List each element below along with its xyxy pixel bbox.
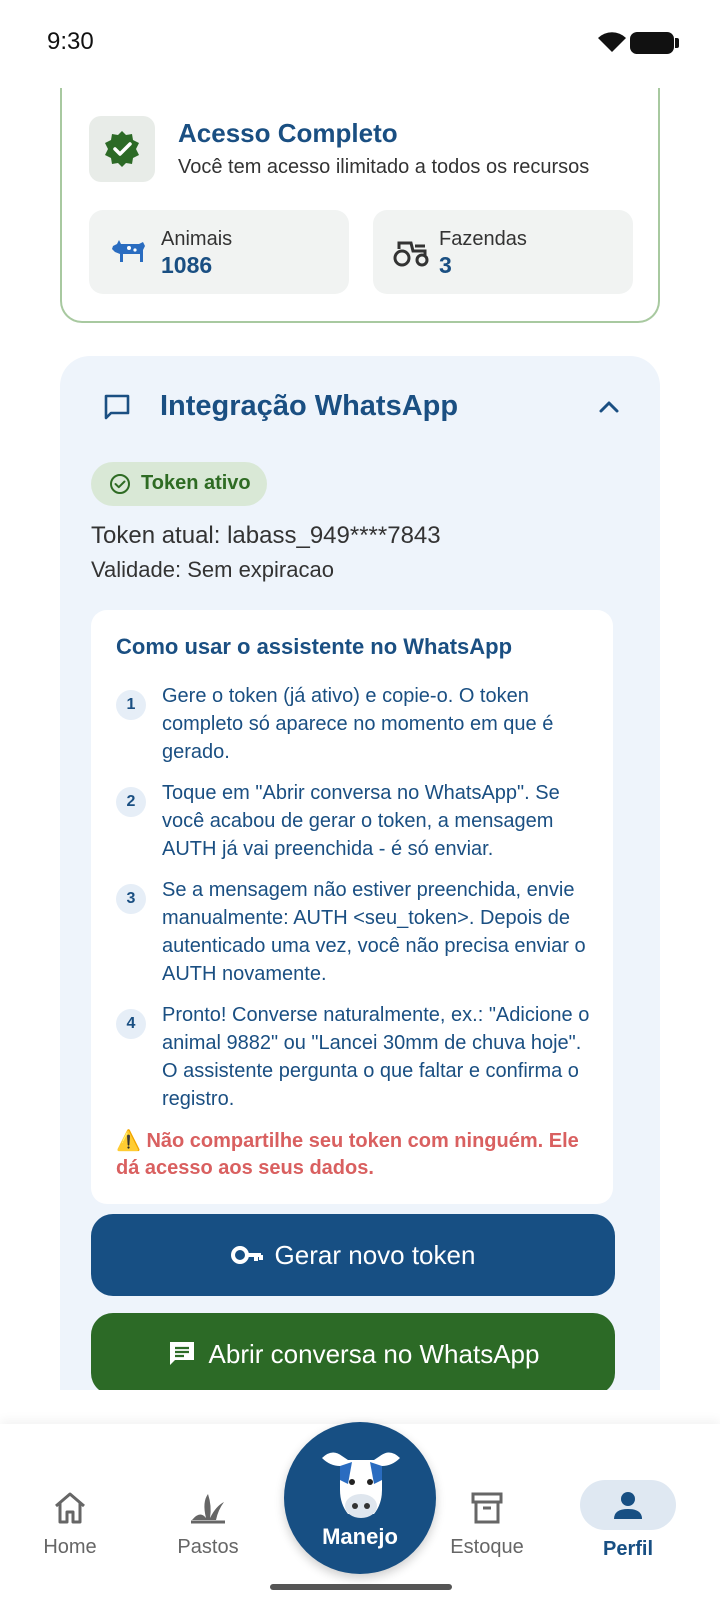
- step-text: Pronto! Converse naturalmente, ex.: "Adi…: [162, 1004, 590, 1110]
- howto-card: Como usar o assistente no WhatsApp 1 Ger…: [91, 610, 613, 1204]
- nav-estoque[interactable]: Estoque: [427, 1488, 547, 1559]
- manejo-label: Manejo: [322, 1524, 398, 1549]
- token-current: Token atual: labass_949****7843: [91, 522, 441, 549]
- grass-icon: [191, 1494, 225, 1524]
- cow-icon: [112, 240, 145, 262]
- nav-label: Estoque: [450, 1536, 524, 1558]
- home-icon: [55, 1492, 85, 1524]
- access-card: Acesso Completo Você tem acesso ilimitad…: [60, 70, 660, 323]
- step-number: 4: [116, 1009, 146, 1039]
- check-circle-icon: [110, 474, 130, 494]
- generate-token-button[interactable]: Gerar novo token: [91, 1214, 615, 1296]
- button-label: Gerar novo token: [274, 1239, 476, 1270]
- key-icon: [230, 1246, 263, 1264]
- status-bar: 9:30: [0, 0, 720, 88]
- step-number: 1: [116, 690, 146, 720]
- whatsapp-title[interactable]: Integração WhatsApp: [160, 390, 458, 423]
- cow-logo-icon: [322, 1452, 400, 1518]
- stat-animais[interactable]: Animais 1086: [89, 210, 349, 294]
- button-label: Abrir conversa no WhatsApp: [208, 1338, 540, 1369]
- status-time: 9:30: [47, 28, 94, 55]
- step-text: Gere o token (já ativo) e copie-o. O tok…: [162, 685, 554, 763]
- message-icon: [169, 1342, 194, 1365]
- battery-icon: [630, 32, 679, 54]
- chip-label: Token ativo: [141, 472, 251, 494]
- howto-title: Como usar o assistente no WhatsApp: [116, 634, 513, 659]
- access-title: Acesso Completo: [178, 118, 398, 148]
- archive-icon: [471, 1492, 503, 1524]
- person-icon: [614, 1492, 642, 1519]
- nav-label: Pastos: [177, 1536, 239, 1558]
- home-indicator: [270, 1584, 452, 1590]
- chat-bubble-icon: [104, 394, 130, 420]
- nav-home[interactable]: Home: [10, 1488, 130, 1559]
- whatsapp-integration-panel: Integração WhatsApp Token ativo Token at…: [60, 356, 660, 1456]
- access-subtitle: Você tem acesso ilimitado a todos os rec…: [178, 156, 590, 178]
- step-number: 2: [116, 787, 146, 817]
- chevron-up-icon[interactable]: [596, 394, 622, 420]
- stat-value: 1086: [161, 252, 213, 278]
- nav-pastos[interactable]: Pastos: [148, 1488, 268, 1559]
- stat-label: Fazendas: [439, 228, 527, 250]
- nav-perfil[interactable]: Perfil: [568, 1480, 688, 1561]
- stat-fazendas[interactable]: Fazendas 3: [373, 210, 633, 294]
- security-warning: ⚠️ Não compartilhe seu token com ninguém…: [116, 1130, 579, 1179]
- stat-label: Animais: [161, 228, 233, 250]
- token-status-chip: Token ativo: [91, 462, 267, 506]
- verified-icon: [89, 116, 155, 182]
- stat-value: 3: [439, 252, 452, 278]
- nav-label: Perfil: [602, 1538, 654, 1560]
- open-whatsapp-button[interactable]: Abrir conversa no WhatsApp: [91, 1313, 615, 1395]
- step-number: 3: [116, 884, 146, 914]
- step-text: Toque em "Abrir conversa no WhatsApp". S…: [162, 782, 560, 860]
- manejo-button[interactable]: Manejo: [284, 1422, 436, 1574]
- step-text: Se a mensagem não estiver preenchida, en…: [162, 879, 586, 985]
- tractor-icon: [393, 241, 429, 267]
- wifi-icon: [598, 32, 626, 52]
- token-validity: Validade: Sem expiracao: [91, 557, 334, 582]
- nav-label: Home: [43, 1536, 97, 1558]
- active-indicator: [580, 1480, 676, 1530]
